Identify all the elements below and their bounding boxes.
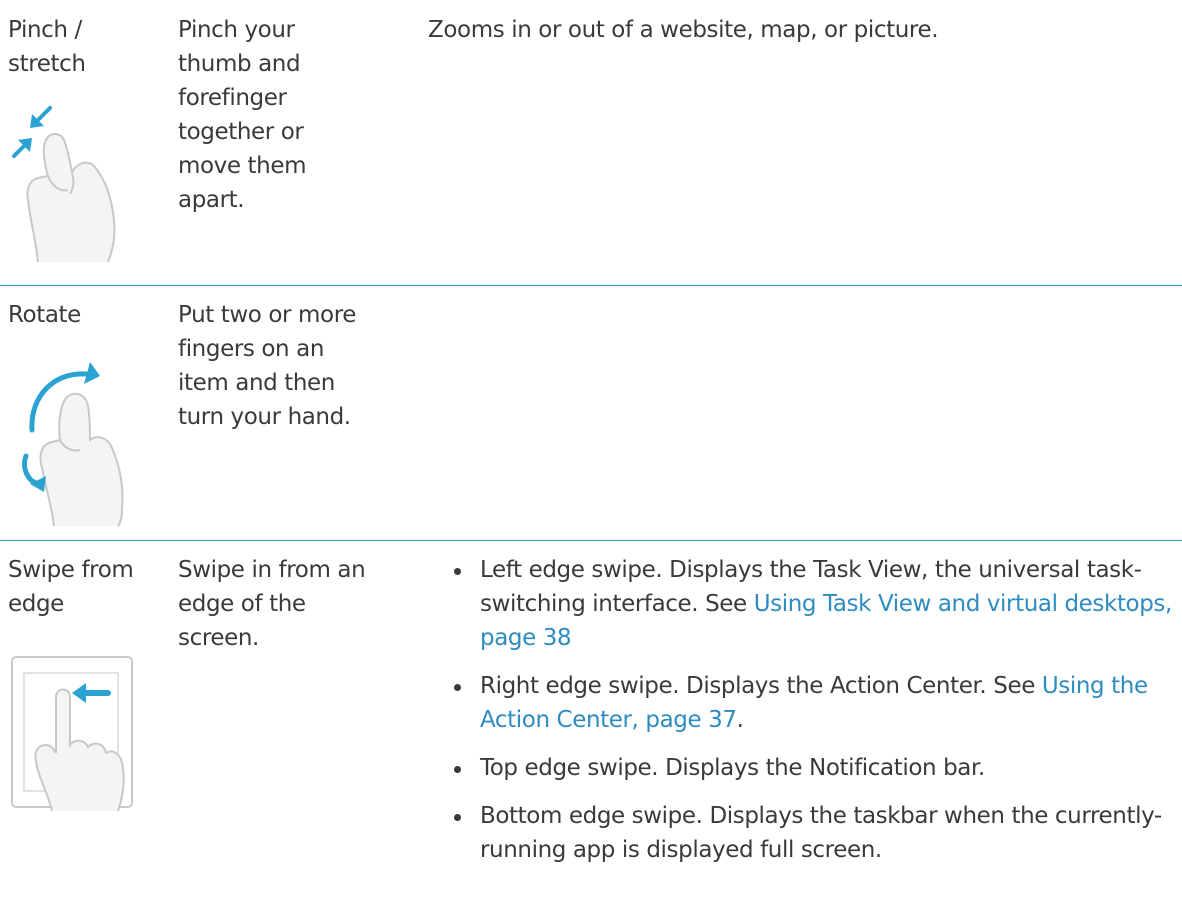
list-item: Right edge swipe. Displays the Action Ce… [428,669,1178,737]
list-item: Bottom edge swipe. Displays the taskbar … [428,799,1178,867]
gesture-result-list: Left edge swipe. Displays the Task View,… [428,553,1178,881]
result-bullet-list: Left edge swipe. Displays the Task View,… [428,553,1178,867]
gesture-name: Swipe from edge [8,557,134,617]
gesture-name: Rotate [8,302,81,328]
gesture-instruction: Put two or more fingers on an item and t… [178,302,357,430]
gesture-result: Zooms in or out of a website, map, or pi… [428,17,939,43]
list-item: Top edge swipe. Displays the Notificatio… [428,751,1178,785]
gesture-row-swipe-edge: Swipe from edge Swipe in from an edge of… [0,541,1182,905]
list-item: Left edge swipe. Displays the Task View,… [428,553,1178,655]
gesture-instruction: Pinch your thumb and forefinger together… [178,17,307,213]
item-text: Right edge swipe. Displays the Action Ce… [480,673,1042,699]
gesture-row-rotate: Rotate Put two or more fingers on an ite… [0,286,1182,536]
item-text: Top edge swipe. Displays the Notificatio… [480,755,985,781]
rotate-hand-icon [8,348,133,532]
item-text: Bottom edge swipe. Displays the taskbar … [480,803,1162,863]
item-after: . [736,707,744,733]
gesture-instruction: Swipe in from an edge of the screen. [178,557,366,651]
pinch-hand-icon [8,100,123,269]
edge-swipe-hand-icon [8,653,136,817]
gesture-name: Pinch / stretch [8,17,86,77]
gesture-row-pinch: Pinch / stretch Pinch your thumb and for… [0,0,1182,283]
